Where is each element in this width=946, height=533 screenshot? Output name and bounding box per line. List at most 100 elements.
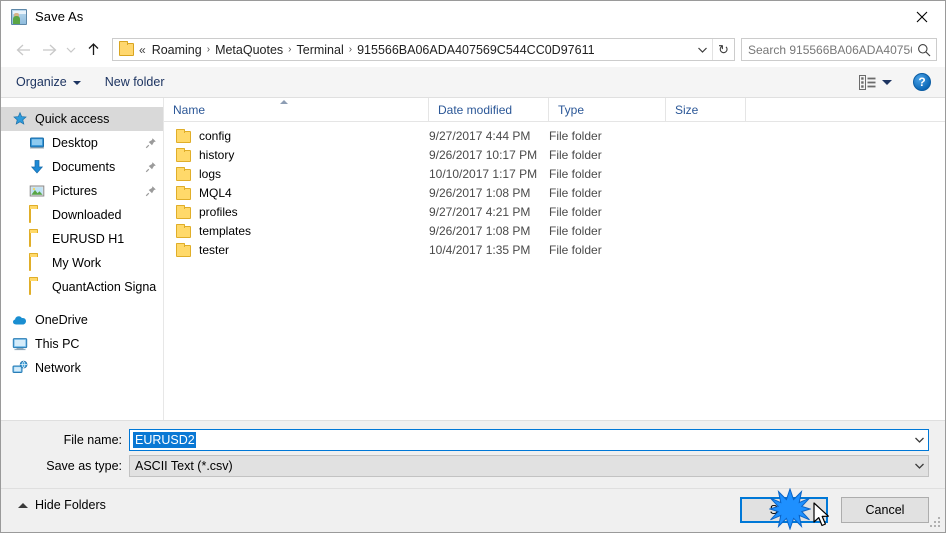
organize-button[interactable]: Organize <box>7 70 90 94</box>
table-row[interactable]: templates 9/26/2017 1:08 PM File folder <box>164 221 945 240</box>
arrow-right-icon[interactable] <box>36 37 62 63</box>
new-folder-button[interactable]: New folder <box>96 70 174 94</box>
search-input[interactable]: Search 915566BA06ADA40756... <box>741 38 937 61</box>
file-name-label: logs <box>199 166 222 181</box>
sidebar-item-this-pc[interactable]: This PC <box>1 332 163 356</box>
cancel-button[interactable]: Cancel <box>841 497 929 523</box>
view-mode-icon[interactable] <box>852 71 899 94</box>
search-placeholder: Search 915566BA06ADA40756... <box>748 42 912 57</box>
pin-icon[interactable] <box>145 161 157 173</box>
search-icon[interactable] <box>912 43 936 57</box>
pin-icon[interactable] <box>145 185 157 197</box>
chevron-down-icon[interactable] <box>911 462 928 470</box>
file-name-cell: tester <box>164 242 429 257</box>
table-row[interactable]: history 9/26/2017 10:17 PM File folder <box>164 145 945 164</box>
address-bar[interactable]: « Roaming › MetaQuotes › Terminal › 9155… <box>112 38 735 61</box>
sidebar-divider <box>1 299 163 308</box>
chevron-down-icon[interactable] <box>911 436 928 444</box>
breadcrumb-terminal[interactable]: Terminal <box>293 43 348 57</box>
save-as-dialog: Save As « Roaming › MetaQuotes › Termina… <box>0 0 946 533</box>
hide-folders-label: Hide Folders <box>35 498 106 512</box>
file-name-label: MQL4 <box>199 185 232 200</box>
save-as-type-select[interactable]: ASCII Text (*.csv) <box>129 455 929 477</box>
column-header-type[interactable]: Type <box>549 98 666 121</box>
table-row[interactable]: MQL4 9/26/2017 1:08 PM File folder <box>164 183 945 202</box>
hide-folders-button[interactable]: Hide Folders <box>13 495 111 515</box>
navigation-bar: « Roaming › MetaQuotes › Terminal › 9155… <box>1 32 945 67</box>
file-type-cell: File folder <box>549 185 602 200</box>
sidebar-item-documents[interactable]: Documents <box>1 155 163 179</box>
save-as-type-row: Save as type: ASCII Text (*.csv) <box>1 455 945 477</box>
sidebar-item-my-work[interactable]: My Work <box>1 251 163 275</box>
documents-icon <box>29 159 45 175</box>
pin-icon[interactable] <box>145 137 157 149</box>
file-name-value: EURUSD2 <box>133 432 196 448</box>
sidebar-item-pictures[interactable]: Pictures <box>1 179 163 203</box>
sidebar-item-label: My Work <box>52 256 102 270</box>
folder-icon <box>176 223 191 238</box>
arrow-left-icon[interactable] <box>10 37 36 63</box>
save-form: File name: EURUSD2 Save as type: ASCII T… <box>1 420 945 488</box>
file-date-cell: 10/4/2017 1:35 PM <box>429 242 531 257</box>
table-row[interactable]: profiles 9/27/2017 4:21 PM File folder <box>164 202 945 221</box>
file-list-pane: Name Date modified Type Size config 9/27… <box>164 98 945 420</box>
table-row[interactable]: tester 10/4/2017 1:35 PM File folder <box>164 240 945 259</box>
sidebar-item-label: Pictures <box>52 184 98 198</box>
file-name-cell: history <box>164 147 429 162</box>
chevron-down-icon[interactable] <box>62 37 80 63</box>
file-name-label: File name: <box>63 433 122 447</box>
folder-icon <box>29 255 45 271</box>
close-icon[interactable] <box>899 1 945 32</box>
file-name-row: File name: EURUSD2 <box>1 429 945 451</box>
pictures-icon <box>29 183 45 199</box>
file-date-cell: 9/27/2017 4:44 PM <box>429 128 531 143</box>
file-date-cell: 9/27/2017 4:21 PM <box>429 204 531 219</box>
file-name-input[interactable]: EURUSD2 <box>129 429 929 451</box>
help-icon[interactable]: ? <box>913 73 931 91</box>
sidebar-item-eurusd-h1[interactable]: EURUSD H1 <box>1 227 163 251</box>
this-pc-icon <box>12 336 28 352</box>
star-pin-icon <box>12 111 28 127</box>
navigation-sidebar[interactable]: Quick access Desktop Documents Pictures … <box>1 98 164 420</box>
table-row[interactable]: logs 10/10/2017 1:17 PM File folder <box>164 164 945 183</box>
folder-icon <box>176 147 191 162</box>
column-header-size[interactable]: Size <box>666 98 746 121</box>
file-name-cell: templates <box>164 223 429 238</box>
sidebar-item-desktop[interactable]: Desktop <box>1 131 163 155</box>
view-controls: ? <box>852 71 945 94</box>
sidebar-item-quick-access[interactable]: Quick access <box>1 107 163 131</box>
save-button[interactable]: Save <box>740 497 828 523</box>
column-header-row: Name Date modified Type Size <box>164 98 945 122</box>
chevron-up-icon <box>18 502 28 508</box>
save-as-type-value: ASCII Text (*.csv) <box>135 459 233 473</box>
file-type-cell: File folder <box>549 223 602 238</box>
sidebar-item-downloaded[interactable]: Downloaded <box>1 203 163 227</box>
breadcrumb-metaquotes[interactable]: MetaQuotes <box>211 43 287 57</box>
chevron-down-icon <box>882 79 892 85</box>
breadcrumb-overflow[interactable]: « <box>139 43 148 57</box>
desktop-icon <box>29 135 45 151</box>
file-name-cell: MQL4 <box>164 185 429 200</box>
sidebar-item-label: EURUSD H1 <box>52 232 125 246</box>
column-header-name[interactable]: Name <box>164 98 429 121</box>
dialog-footer: Hide Folders Save Cancel <box>1 488 945 532</box>
sidebar-item-label: Documents <box>52 160 116 174</box>
breadcrumb-terminal-id[interactable]: 915566BA06ADA407569C544CC0D97611 <box>353 43 598 57</box>
file-rows: config 9/27/2017 4:44 PM File folder his… <box>164 122 945 420</box>
table-row[interactable]: config 9/27/2017 4:44 PM File folder <box>164 126 945 145</box>
refresh-icon[interactable]: ↻ <box>712 39 734 60</box>
new-folder-label: New folder <box>104 75 165 89</box>
file-type-cell: File folder <box>549 128 602 143</box>
folder-icon <box>176 185 191 200</box>
sidebar-item-quantaction-signal[interactable]: QuantAction Signal <box>1 275 163 299</box>
organize-label: Organize <box>16 75 67 89</box>
chevron-down-icon[interactable] <box>692 39 712 60</box>
breadcrumb-roaming[interactable]: Roaming <box>148 43 206 57</box>
dialog-body: Quick access Desktop Documents Pictures … <box>1 98 945 420</box>
sidebar-item-onedrive[interactable]: OneDrive <box>1 308 163 332</box>
file-date-cell: 9/26/2017 1:08 PM <box>429 185 531 200</box>
column-header-date-modified[interactable]: Date modified <box>429 98 549 121</box>
sidebar-item-network[interactable]: Network <box>1 356 163 380</box>
sidebar-item-label: OneDrive <box>35 313 88 327</box>
arrow-up-icon[interactable] <box>80 37 106 63</box>
